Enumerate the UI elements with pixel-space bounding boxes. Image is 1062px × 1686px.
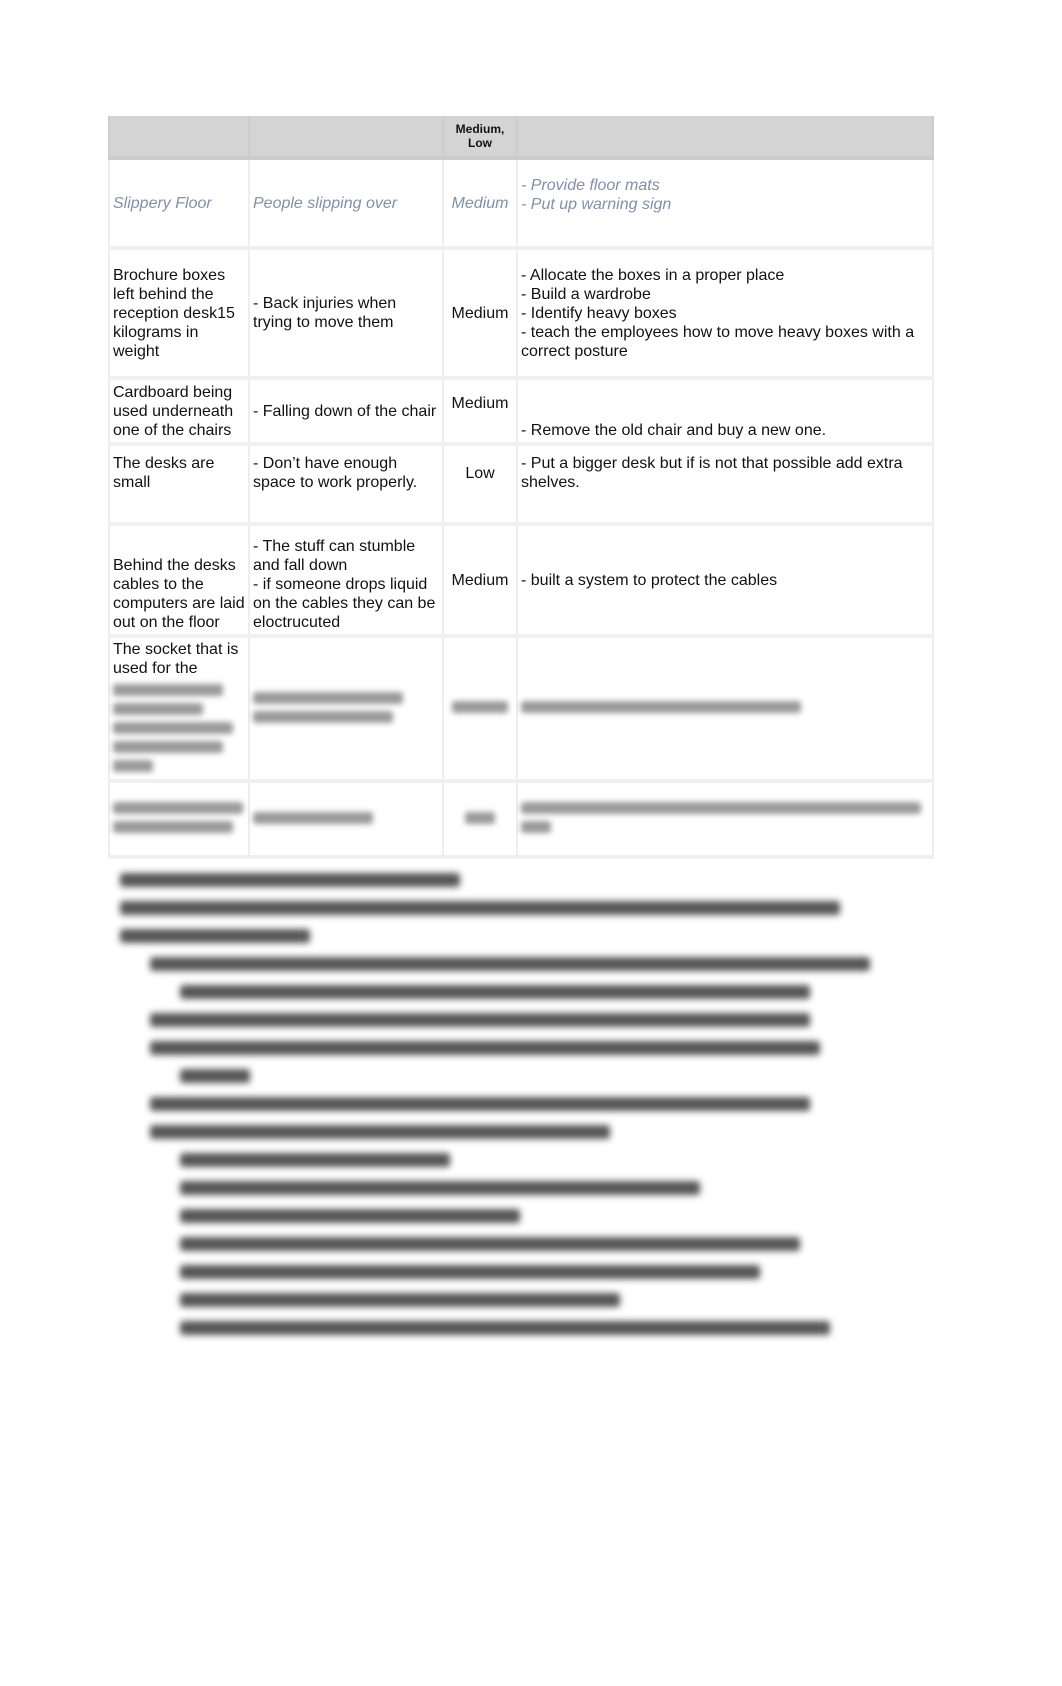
risk-cell: Medium: [442, 158, 518, 250]
harm-cell: - Back injuries when trying to move them: [248, 248, 444, 380]
hazard-cell: Slippery Floor: [108, 158, 250, 250]
harm-cell: People slipping over: [248, 158, 444, 250]
harm-cell: - Falling down of the chair: [248, 378, 444, 446]
hazard-cell: Behind the desks cables to the computers…: [108, 524, 250, 638]
harm-cell: [248, 636, 444, 783]
table-row: The desks are small - Don’t have enough …: [108, 444, 934, 526]
harm-cell: - The stuff can stumble and fall down - i…: [248, 524, 444, 638]
controls-cell: [516, 636, 934, 783]
controls-cell: - Put a bigger desk but if is not that p…: [516, 444, 934, 526]
hazard-cell: Cardboard being used underneath one of t…: [108, 378, 250, 446]
controls-cell: - Provide floor mats - Put up warning sig…: [516, 158, 934, 250]
risk-cell: Medium: [442, 378, 518, 446]
table-row: Brochure boxes left behind the reception…: [108, 248, 934, 380]
controls-cell: - Remove the old chair and buy a new one…: [516, 378, 934, 446]
blurred-text: [113, 682, 245, 777]
blurred-questions: [120, 873, 870, 1340]
risk-cell: Medium: [442, 524, 518, 638]
table-row: Slippery Floor People slipping over Medi…: [108, 158, 934, 250]
risk-assessment-table: Medium, Low Slippery Floor People slippi…: [108, 116, 934, 859]
risk-cell: [442, 781, 518, 859]
controls-cell: [516, 781, 934, 859]
controls-cell: - built a system to protect the cables: [516, 524, 934, 638]
harm-cell: - Don’t have enough space to work proper…: [248, 444, 444, 526]
hazard-cell: The desks are small: [108, 444, 250, 526]
hazard-cell: The socket that is used for the: [108, 636, 250, 783]
risk-cell: [442, 636, 518, 783]
document-page: Medium, Low Slippery Floor People slippi…: [0, 0, 1062, 1686]
table-row: [108, 781, 934, 859]
table-row: The socket that is used for the: [108, 636, 934, 783]
hazard-cell: Brochure boxes left behind the reception…: [108, 248, 250, 380]
table-header-row: Medium, Low: [108, 116, 934, 160]
risk-cell: Medium: [442, 248, 518, 380]
harm-cell: [248, 781, 444, 859]
controls-cell: - Allocate the boxes in a proper place - …: [516, 248, 934, 380]
table-row: Behind the desks cables to the computers…: [108, 524, 934, 638]
table-row: Cardboard being used underneath one of t…: [108, 378, 934, 446]
hazard-cell: [108, 781, 250, 859]
header-risk: Medium, Low: [442, 116, 518, 160]
risk-cell: Low: [442, 444, 518, 526]
